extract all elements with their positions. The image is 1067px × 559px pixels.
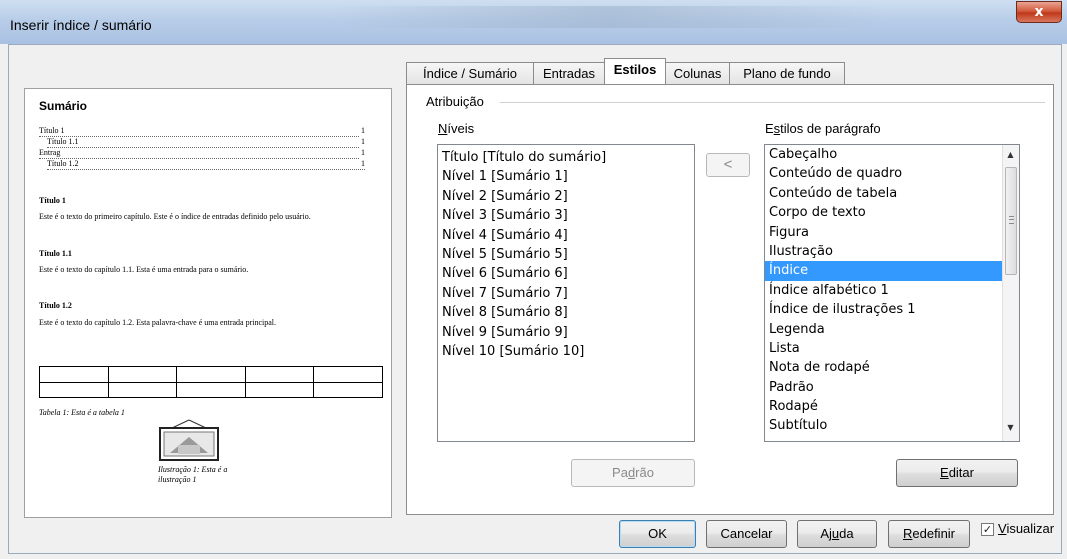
title-bar[interactable]: Inserir índice / sumário x (0, 0, 1067, 44)
dialog-window: Inserir índice / sumário x Sumário Títul… (0, 0, 1067, 559)
edit-style-button[interactable]: Editar (896, 459, 1018, 487)
title-bar-glass (330, 6, 890, 28)
scroll-down-icon[interactable]: ▼ (1003, 423, 1018, 432)
preview-table-caption: Tabela 1: Esta é a tabela 1 (39, 408, 125, 417)
tab-styles[interactable]: Estilos (604, 58, 666, 84)
level-item[interactable]: Nível 4 [Sumário 4] (438, 226, 694, 245)
style-item[interactable]: Nota de rodapé (765, 358, 1003, 377)
preview-toc-heading: Sumário (39, 99, 88, 113)
preview-section-heading: Título 1.2 (39, 301, 72, 310)
level-item[interactable]: Nível 8 [Sumário 8] (438, 303, 694, 322)
close-button[interactable]: x (1016, 1, 1062, 23)
style-item[interactable]: Subtítulo (765, 416, 1003, 435)
style-item[interactable]: Corpo de texto (765, 203, 1003, 222)
cancel-button[interactable]: Cancelar (706, 520, 787, 548)
tab-index-toc[interactable]: Índice / Sumário (406, 62, 534, 84)
reset-button[interactable]: Redefinir (888, 520, 970, 548)
ok-button[interactable]: OK (619, 520, 696, 548)
level-item[interactable]: Nível 2 [Sumário 2] (438, 187, 694, 206)
level-item[interactable]: Nível 5 [Sumário 5] (438, 245, 694, 264)
level-item[interactable]: Nível 7 [Sumário 7] (438, 284, 694, 303)
paragraph-styles-label: Estilos de parágrafo (765, 121, 881, 136)
preview-checkbox[interactable]: ✓ (981, 523, 994, 536)
preview-table (39, 366, 383, 398)
style-item[interactable]: Índice alfabético 1 (765, 281, 1003, 300)
scrollbar-thumb[interactable] (1005, 167, 1017, 275)
assignment-separator (500, 102, 1045, 103)
style-item[interactable]: Padrão (765, 378, 1003, 397)
help-button[interactable]: Ajuda (797, 520, 877, 548)
styles-scrollbar[interactable]: ▲ ▼ (1002, 145, 1019, 441)
levels-list[interactable]: Título [Título do sumário] Nível 1 [Sumá… (437, 144, 695, 442)
picture-frame-icon (159, 419, 219, 461)
preview-section-body: Este é o texto do primeiro capítulo. Est… (39, 212, 311, 221)
level-item[interactable]: Título [Título do sumário] (438, 148, 694, 167)
preview-section-heading: Título 1.1 (39, 249, 72, 258)
assignment-group-label: Atribuição (426, 94, 484, 109)
style-item[interactable]: Legenda (765, 320, 1003, 339)
dialog-title: Inserir índice / sumário (10, 17, 152, 33)
default-style-button[interactable]: Padrão (571, 459, 695, 487)
preview-section-body: Este é o texto do capítulo 1.2. Esta pal… (39, 318, 277, 327)
style-item[interactable]: Lista (765, 339, 1003, 358)
preview-section-body: Este é o texto do capítulo 1.1. Esta é u… (39, 265, 249, 274)
level-item[interactable]: Nível 9 [Sumário 9] (438, 323, 694, 342)
assign-style-button[interactable]: < (706, 153, 750, 177)
level-item[interactable]: Nível 3 [Sumário 3] (438, 206, 694, 225)
level-item[interactable]: Nível 6 [Sumário 6] (438, 264, 694, 283)
style-item[interactable]: Ilustração (765, 242, 1003, 261)
preview-illustration-caption: Ilustração 1: Esta é a ilustração 1 (158, 465, 228, 484)
tab-columns[interactable]: Colunas (665, 62, 730, 84)
grip-icon (1009, 216, 1014, 224)
style-item-selected[interactable]: Índice (765, 261, 1003, 281)
tab-entries[interactable]: Entradas (533, 62, 605, 84)
style-item[interactable]: Cabeçalho (765, 145, 1003, 164)
style-item[interactable]: Figura (765, 223, 1003, 242)
levels-label: Níveis (438, 121, 475, 136)
preview-section-heading: Título 1 (39, 196, 66, 205)
style-item[interactable]: Conteúdo de quadro (765, 164, 1003, 183)
checkmark-icon: ✓ (982, 523, 993, 536)
paragraph-styles-list[interactable]: Cabeçalho Conteúdo de quadro Conteúdo de… (764, 144, 1020, 442)
close-icon: x (1034, 4, 1044, 20)
style-item[interactable]: Índice de ilustrações 1 (765, 300, 1003, 319)
scroll-up-icon[interactable]: ▲ (1003, 150, 1018, 159)
chevron-left-icon: < (723, 156, 733, 173)
level-item[interactable]: Nível 1 [Sumário 1] (438, 167, 694, 186)
tab-background[interactable]: Plano de fundo (729, 62, 845, 84)
style-item[interactable]: Rodapé (765, 397, 1003, 416)
preview-checkbox-label[interactable]: Visualizar (998, 521, 1054, 536)
style-item[interactable]: Conteúdo de tabela (765, 184, 1003, 203)
preview-toc-entry: Título 1.2 1 (47, 158, 367, 170)
preview-pane: Sumário Título 11 Título 1.1 1 Entrag 1 Tí… (24, 88, 392, 518)
level-item[interactable]: Nível 10 [Sumário 10] (438, 342, 694, 361)
